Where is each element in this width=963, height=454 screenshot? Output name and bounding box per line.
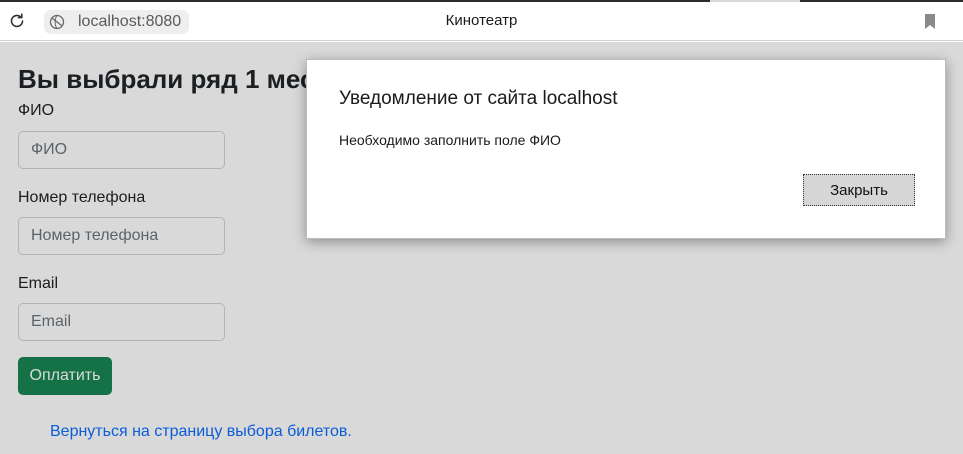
dialog-title: Уведомление от сайта localhost: [339, 88, 618, 109]
alert-dialog: Уведомление от сайта localhost Необходим…: [306, 59, 946, 239]
bookmark-icon[interactable]: [923, 13, 937, 30]
browser-toolbar: localhost:8080 Кинотеатр: [0, 2, 963, 41]
tab-title: Кинотеатр: [445, 12, 518, 29]
dialog-message: Необходимо заполнить поле ФИО: [339, 132, 561, 148]
close-button[interactable]: Закрыть: [803, 174, 915, 206]
